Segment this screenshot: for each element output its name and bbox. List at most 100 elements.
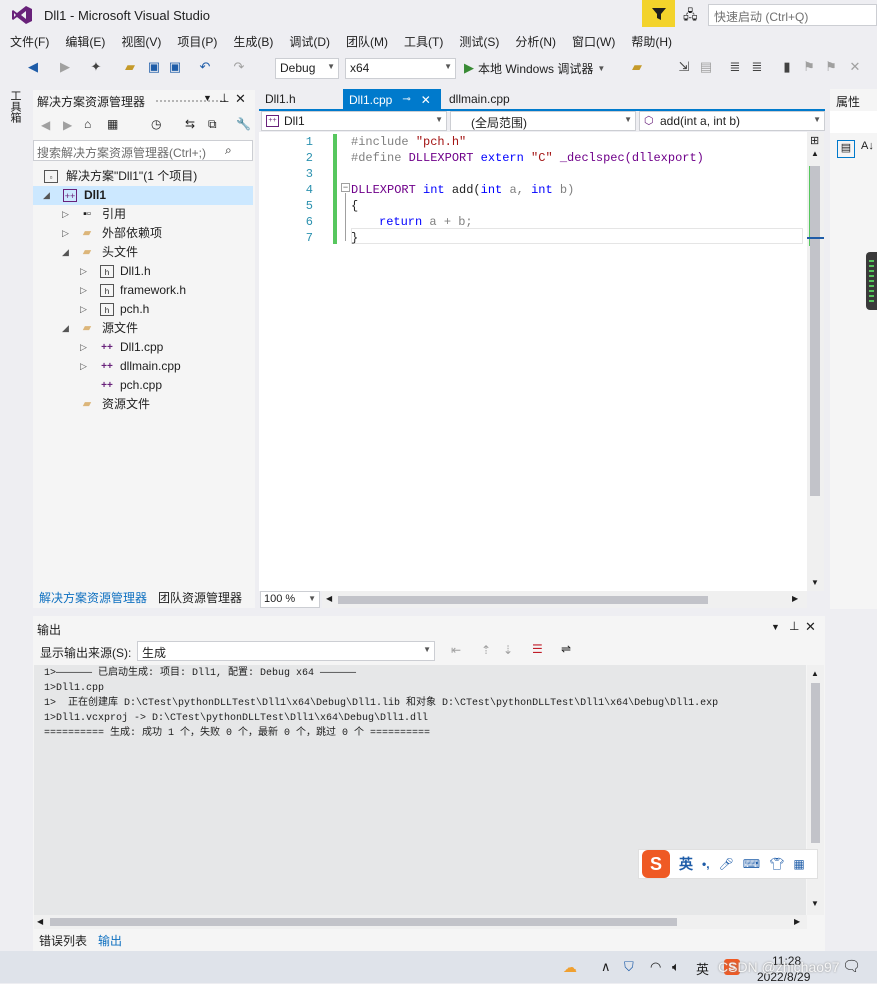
tab-dll1-h[interactable]: Dll1.h <box>259 89 302 109</box>
step-icon[interactable]: ⇲ <box>675 58 693 76</box>
tree-item-dll1-h[interactable]: ▷ h Dll1.h <box>36 262 252 281</box>
collapsed-icon[interactable]: ▷ <box>80 300 87 319</box>
tree-item-external-deps[interactable]: ▷ ▰ 外部依赖项 <box>36 224 252 243</box>
configuration-select[interactable]: Debug ▼ <box>275 58 339 79</box>
tree-item-header-files[interactable]: ◢ ▰ 头文件 <box>36 243 252 262</box>
uncomment-icon[interactable]: ≣ <box>748 58 766 76</box>
scroll-right-icon[interactable]: ▶ <box>794 917 800 926</box>
undo-icon[interactable]: ↶ <box>196 58 214 76</box>
tab-error-list[interactable]: 错误列表 <box>33 931 93 951</box>
menu-tools[interactable]: 工具(T) <box>394 30 449 50</box>
toolbox-icon[interactable]: ▦ <box>793 857 804 871</box>
nav-project-select[interactable]: ++ Dll1 ▼ <box>261 111 447 131</box>
properties-icon[interactable]: 🔧 <box>236 117 251 131</box>
sync-icon[interactable]: ⇆ <box>185 117 195 131</box>
clear-all-icon[interactable]: ☰ <box>532 642 543 656</box>
back-icon[interactable]: ◀ <box>41 118 50 132</box>
scroll-down-icon[interactable]: ▼ <box>811 578 819 587</box>
word-wrap-icon[interactable]: ⇌ <box>561 642 571 656</box>
ime-language[interactable]: 英 <box>679 854 693 874</box>
browser-link-icon[interactable]: ▰ <box>628 58 646 76</box>
pending-changes-icon[interactable]: ◷ <box>151 117 161 131</box>
scroll-up-icon[interactable]: ▲ <box>811 669 819 678</box>
se-search-input[interactable]: 搜索解决方案资源管理器(Ctrl+;) <box>33 140 253 161</box>
tree-item-dllmain-cpp[interactable]: ▷ ++ dllmain.cpp <box>36 357 252 376</box>
notifications-icon[interactable] <box>642 0 675 27</box>
pin-icon[interactable]: ⊸ <box>402 94 410 105</box>
menu-view[interactable]: 视图(V) <box>111 30 167 50</box>
tab-dllmain-cpp[interactable]: dllmain.cpp <box>443 89 516 109</box>
expanded-icon[interactable]: ◢ <box>43 186 50 205</box>
collapsed-icon[interactable]: ▷ <box>80 262 87 281</box>
close-icon[interactable]: ✕ <box>805 619 816 635</box>
menu-file[interactable]: 文件(F) <box>0 30 55 50</box>
clear-bookmarks-icon[interactable]: ✕ <box>846 58 864 76</box>
collapsed-icon[interactable]: ▷ <box>62 205 69 224</box>
toolbox-strip[interactable]: 工具箱 <box>9 90 23 123</box>
next-message-icon[interactable]: ⇣ <box>503 643 513 657</box>
collapsed-icon[interactable]: ▷ <box>80 357 87 376</box>
security-shield-icon[interactable]: ⛉ <box>624 959 634 975</box>
tree-item-pch-cpp[interactable]: ++ pch.cpp <box>36 376 252 395</box>
menu-edit[interactable]: 编辑(E) <box>55 30 111 50</box>
pin-icon[interactable]: ⊥ <box>219 91 229 105</box>
comment-icon[interactable]: ≣ <box>726 58 744 76</box>
open-file-icon[interactable]: ▰ <box>121 58 139 76</box>
platform-select[interactable]: x64 ▼ <box>345 58 456 79</box>
find-message-icon[interactable]: ⇤ <box>451 643 461 657</box>
switch-views-icon[interactable]: ▦ <box>107 117 118 131</box>
scroll-right-icon[interactable]: ▶ <box>792 594 798 603</box>
breakpoint-icon[interactable]: ▤ <box>697 58 715 76</box>
close-icon[interactable]: ✕ <box>235 91 246 107</box>
chevron-up-icon[interactable]: ∧ <box>601 959 611 975</box>
tree-item-references[interactable]: ▷ ▪▫ 引用 <box>36 205 252 224</box>
search-icon[interactable]: ⌕ <box>225 143 232 158</box>
output-hscrollbar[interactable]: ◀ ▶ <box>34 915 807 929</box>
taskbar-ime-label[interactable]: 英 <box>696 959 709 978</box>
volume-icon[interactable]: 🔈︎ <box>672 959 680 975</box>
skin-icon[interactable]: 👕︎ <box>769 857 784 871</box>
dropdown-icon[interactable]: ▼ <box>203 93 212 103</box>
nav-scope-select[interactable]: (全局范围) ▼ <box>450 111 636 131</box>
collapsed-icon[interactable]: ▷ <box>80 338 87 357</box>
dropdown-icon[interactable]: ▼ <box>771 622 780 632</box>
scroll-thumb[interactable] <box>810 166 820 496</box>
next-bookmark-icon[interactable]: ⚑ <box>822 58 840 76</box>
ime-toolbar[interactable]: S 英 •, 🎤︎ ⌨ 👕︎ ▦ <box>638 849 818 879</box>
scroll-down-icon[interactable]: ▼ <box>811 899 819 908</box>
code-editor[interactable]: − 1 #include "pch.h" 2 #define DLLEXPORT e… <box>259 132 807 591</box>
tree-item-source-files[interactable]: ◢ ▰ 源文件 <box>36 319 252 338</box>
scroll-up-icon[interactable]: ▲ <box>811 149 819 158</box>
nav-member-select[interactable]: ⬡ add(int a, int b) ▼ <box>639 111 825 131</box>
menu-analyze[interactable]: 分析(N) <box>505 30 562 50</box>
hscroll-thumb[interactable] <box>50 918 677 926</box>
punctuation-icon[interactable]: •, <box>702 857 710 871</box>
menu-build[interactable]: 生成(B) <box>223 30 279 50</box>
output-source-select[interactable]: 生成 ▼ <box>137 641 435 661</box>
weather-icon[interactable]: ☁ <box>563 959 577 976</box>
menu-debug[interactable]: 调试(D) <box>279 30 336 50</box>
scroll-left-icon[interactable]: ◀ <box>326 594 332 603</box>
forward-icon[interactable]: ▶ <box>56 58 74 76</box>
tree-item-pch-h[interactable]: ▷ h pch.h <box>36 300 252 319</box>
tab-solution-explorer[interactable]: 解决方案资源管理器 <box>33 588 154 608</box>
editor-hscrollbar[interactable]: ◀ ▶ <box>322 591 807 608</box>
wifi-icon[interactable]: ◠ <box>650 959 661 975</box>
tab-output[interactable]: 输出 <box>92 931 129 951</box>
menu-help[interactable]: 帮助(H) <box>621 30 678 50</box>
tree-item-solution[interactable]: ▫ 解决方案"Dll1"(1 个项目) <box>36 167 252 186</box>
keyboard-icon[interactable]: ⌨ <box>743 857 760 871</box>
home-icon[interactable]: ⌂ <box>84 117 91 131</box>
prev-bookmark-icon[interactable]: ⚑ <box>800 58 818 76</box>
hscroll-thumb[interactable] <box>338 596 708 604</box>
prev-message-icon[interactable]: ⇡ <box>481 643 491 657</box>
tab-team-explorer[interactable]: 团队资源管理器 <box>152 588 248 608</box>
categorized-icon[interactable]: ▤ <box>837 140 855 158</box>
tree-item-dll1-cpp[interactable]: ▷ ++ Dll1.cpp <box>36 338 252 357</box>
quick-launch-input[interactable]: 快速启动 (Ctrl+Q) <box>708 4 877 26</box>
back-icon[interactable]: ◀ <box>24 58 42 76</box>
save-all-icon[interactable]: ▣ <box>166 58 184 76</box>
pin-icon[interactable]: ⊥ <box>789 619 799 633</box>
menu-window[interactable]: 窗口(W) <box>562 30 621 50</box>
bookmark-icon[interactable]: ▮ <box>778 58 796 76</box>
